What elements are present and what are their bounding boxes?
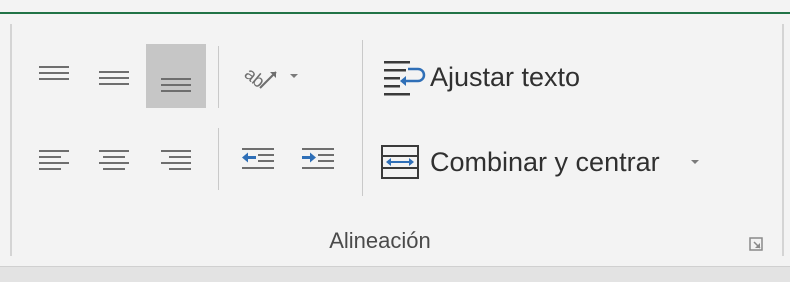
align-middle-button[interactable] <box>88 46 140 106</box>
align-right-icon <box>161 150 191 170</box>
align-top-button[interactable] <box>28 46 80 106</box>
dialog-launcher-icon <box>749 237 763 251</box>
text-orientation-icon: ab <box>242 63 277 92</box>
group-separator <box>10 24 12 256</box>
align-bottom-button[interactable] <box>146 44 206 108</box>
align-top-icon <box>39 66 69 80</box>
align-center-button[interactable] <box>88 128 140 188</box>
chevron-down-icon[interactable] <box>688 156 702 168</box>
separator <box>362 40 363 196</box>
separator <box>218 46 219 108</box>
separator <box>218 128 219 190</box>
align-left-icon <box>39 150 69 170</box>
decrease-indent-button[interactable] <box>232 128 284 188</box>
decrease-indent-icon <box>242 148 274 169</box>
dialog-launcher-button[interactable] <box>746 234 766 254</box>
merge-center-icon <box>381 145 419 179</box>
svg-text:ab: ab <box>242 63 269 91</box>
increase-indent-icon <box>302 148 334 169</box>
align-center-icon <box>99 150 129 170</box>
align-middle-icon <box>99 71 129 85</box>
align-bottom-icon <box>161 78 191 92</box>
merge-center-button[interactable]: Combinar y centrar <box>378 136 770 188</box>
align-left-button[interactable] <box>28 128 80 188</box>
ribbon-top-border <box>0 0 790 14</box>
merge-center-label: Combinar y centrar <box>430 146 660 177</box>
wrap-text-button[interactable]: Ajustar texto <box>378 52 580 102</box>
wrap-text-icon <box>384 61 426 96</box>
increase-indent-button[interactable] <box>292 128 344 188</box>
group-separator <box>782 24 784 256</box>
ribbon-bottom-border <box>0 266 790 282</box>
orientation-button[interactable]: ab <box>230 46 312 106</box>
wrap-text-label: Ajustar texto <box>430 61 581 92</box>
align-right-button[interactable] <box>148 128 204 188</box>
group-title: Alineación <box>329 228 431 253</box>
chevron-down-icon <box>290 74 298 78</box>
